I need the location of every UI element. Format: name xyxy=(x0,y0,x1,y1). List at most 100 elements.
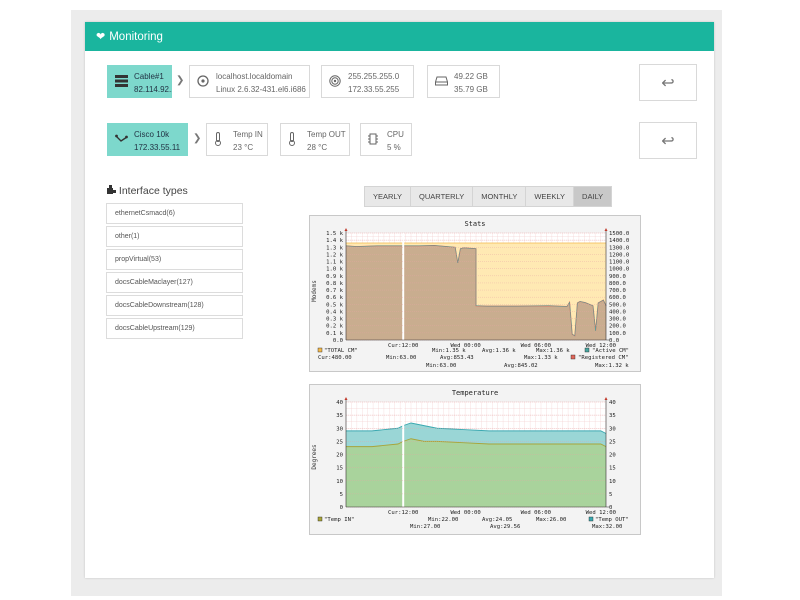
stats-chart: Stats Modems 1.5 k1.4 k1.3 k1.2 k 1.1 k1.… xyxy=(311,220,629,369)
tab-yearly[interactable]: YEARLY xyxy=(364,186,412,207)
legend-active-name: "Active CM" xyxy=(592,348,629,354)
cpu-card: CPU 5 % xyxy=(360,123,412,156)
y-tick-label-right: 1500.0 xyxy=(609,231,629,237)
stats-title: Stats xyxy=(464,220,485,228)
device-name: Cisco 10k xyxy=(134,130,170,139)
tab-weekly[interactable]: WEEKLY xyxy=(525,186,575,207)
interface-types-heading: Interface types xyxy=(107,185,188,197)
stats-plot xyxy=(344,228,609,341)
legend-registered-max: Max:1.33 k xyxy=(524,355,558,361)
legend-temp-in-avg: Avg:24.05 xyxy=(482,517,512,523)
y-tick-label-right: 500.0 xyxy=(609,302,626,308)
tab-daily[interactable]: DAILY xyxy=(573,186,613,207)
legend-active-min: Min:63.00 xyxy=(426,363,456,369)
chevron-right-icon: ❯ xyxy=(193,133,202,144)
cpu-value: 5 % xyxy=(387,143,401,152)
x-tick-label: Cur:12:00 xyxy=(388,510,418,516)
x-tick-label: Cur:12:00 xyxy=(388,343,418,349)
y-tick-label: 5 xyxy=(340,492,343,498)
y-tick-label: 10 xyxy=(336,479,343,485)
legend-temp-in-swatch xyxy=(317,516,323,522)
legend-registered-name: "Registered CM" xyxy=(578,355,629,361)
y-tick-label: 0.4 k xyxy=(326,309,343,315)
server-icon xyxy=(115,74,128,89)
y-tick-label-right: 1000.0 xyxy=(609,267,629,273)
interface-item[interactable]: ethernetCsmacd(6) xyxy=(106,203,243,224)
network-card: 255.255.255.0 172.33.55.255 xyxy=(321,65,414,98)
legend-registered-min: Min:63.00 xyxy=(386,355,416,361)
y-tick-label-right: 10 xyxy=(609,479,616,485)
legend-active-avg: Avg:845.02 xyxy=(504,363,538,369)
tab-quarterly[interactable]: QUARTERLY xyxy=(410,186,474,207)
y-tick-label: 20 xyxy=(336,453,343,459)
y-tick-label-right: 30 xyxy=(609,426,616,432)
temp-y-left-axis: 40 35 30 25 20 15 10 5 0 xyxy=(336,400,343,511)
cable-card[interactable]: Cable#1 82.114.92.1 xyxy=(107,65,172,98)
axis-arrow xyxy=(344,228,348,231)
storage-card: 49.22 GB 35.79 GB xyxy=(427,65,500,98)
y-tick-label: 0.6 k xyxy=(326,295,343,301)
temp-y-right-axis: 4035302520151050 xyxy=(609,400,616,511)
reply-icon: ↩ xyxy=(661,74,675,92)
interface-item[interactable]: propVirtual(53) xyxy=(106,249,243,270)
host-card: localhost.localdomain Linux 2.6.32-431.e… xyxy=(189,65,310,98)
legend-active-swatch xyxy=(584,347,590,353)
legend-temp-out-name: "Temp OUT" xyxy=(595,517,629,523)
network-icon xyxy=(115,134,128,146)
interface-item[interactable]: docsCableMaclayer(127) xyxy=(106,272,243,293)
stats-graph: Stats Modems 1.5 k 1.4 k 1.3 k 1.2 k 1.1 k 1.… xyxy=(309,215,641,372)
y-tick-label-right: 400.0 xyxy=(609,309,626,315)
legend-temp-out-max: Max:32.00 xyxy=(592,524,622,530)
y-tick-label: 1.1 k xyxy=(326,260,343,266)
tab-monthly[interactable]: MONTHLY xyxy=(472,186,527,207)
stats-ylabel: Modems xyxy=(311,280,318,302)
y-tick-label: 0.3 k xyxy=(326,317,343,323)
interface-list: ethernetCsmacd(6) other(1) propVirtual(5… xyxy=(106,203,243,341)
y-tick-label: 1.2 k xyxy=(326,252,343,258)
y-tick-label: 0.8 k xyxy=(326,281,343,287)
temp-title: Temperature xyxy=(452,389,498,397)
y-tick-label-right: 700.0 xyxy=(609,288,626,294)
interface-item[interactable]: docsCableUpstream(129) xyxy=(106,318,243,339)
legend-total-swatch xyxy=(317,347,323,353)
y-tick-label-right: 1100.0 xyxy=(609,260,629,266)
axis-arrow xyxy=(344,397,348,400)
y-tick-label: 40 xyxy=(336,400,343,406)
y-tick-label: 0.9 k xyxy=(326,274,343,280)
interface-item[interactable]: docsCableDownstream(128) xyxy=(106,295,243,316)
temp-in-label: Temp IN xyxy=(233,130,263,139)
host-back-button[interactable]: ↩ xyxy=(639,64,697,101)
temperature-chart: Temperature Degrees 40 35 30 25 20 15 10 5 0 40 3… xyxy=(311,389,629,530)
y-tick-label-right: 35 xyxy=(609,413,616,419)
x-tick-label: Wed 06:00 xyxy=(521,510,551,516)
y-tick-label-right: 300.0 xyxy=(609,317,626,323)
y-tick-label: 35 xyxy=(336,413,343,419)
stats-legend: "TOTAL CM" Min:1.35 k Avg:1.36 k Max:1.3… xyxy=(317,347,629,369)
target-icon xyxy=(329,74,341,89)
temp-plot xyxy=(344,397,609,508)
temp-legend: "Temp IN" Min:22.00 Avg:24.05 Max:26.00 … xyxy=(317,516,629,530)
legend-temp-in-name: "Temp IN" xyxy=(324,517,354,523)
legend-active-max: Max:1.32 k xyxy=(595,363,629,369)
host-name: localhost.localdomain xyxy=(216,72,293,81)
device-back-button[interactable]: ↩ xyxy=(639,122,697,159)
y-tick-label-right: 600.0 xyxy=(609,295,626,301)
legend-temp-in-min: Min:22.00 xyxy=(428,517,458,523)
panel-title: Monitoring xyxy=(109,30,163,43)
y-tick-label: 15 xyxy=(336,466,343,472)
device-card[interactable]: Cisco 10k 172.33.55.11 xyxy=(107,123,188,156)
y-tick-label: 1.3 k xyxy=(326,245,343,251)
heart-monitor-icon: ❤ xyxy=(96,31,106,43)
temp-in-value: 23 °C xyxy=(233,143,254,152)
temp-out-card: Temp OUT 28 °C xyxy=(280,123,350,156)
y-tick-label: 1.5 k xyxy=(326,231,343,237)
legend-temp-in-max: Max:26.00 xyxy=(536,517,566,523)
y-tick-label-right: 100.0 xyxy=(609,331,626,337)
period-tabs: YEARLY QUARTERLY MONTHLY WEEKLY DAILY xyxy=(364,186,613,207)
y-tick-label: 0.2 k xyxy=(326,324,343,330)
y-tick-label: 30 xyxy=(336,426,343,432)
interface-item[interactable]: other(1) xyxy=(106,226,243,247)
interface-types-title: Interface types xyxy=(118,185,188,197)
stats-y-left-axis: 1.5 k1.4 k1.3 k1.2 k 1.1 k1.0 k0.9 k0.8 k… xyxy=(326,231,343,344)
axis-arrow xyxy=(604,397,608,400)
